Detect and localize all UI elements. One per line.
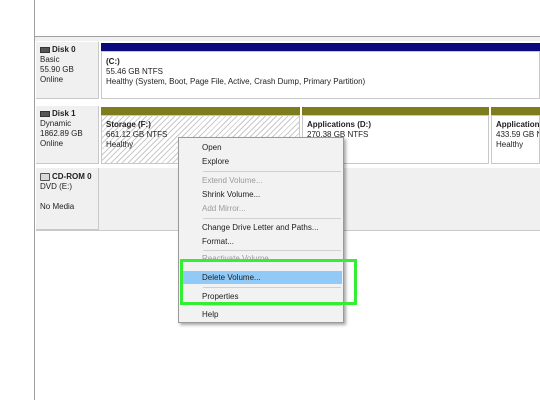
- dynamic-volume-bar: [491, 107, 540, 115]
- volume-title: Storage (F:): [106, 120, 151, 129]
- volume-title: Applications (D:): [307, 120, 371, 129]
- volume-list-pane[interactable]: [35, 0, 540, 37]
- primary-partition-bar: [101, 43, 540, 51]
- volume-size: 433.59 GB NT: [496, 130, 539, 139]
- disk-icon: [40, 111, 50, 117]
- disk-status: Online: [40, 75, 64, 84]
- menu-delete-volume[interactable]: Delete Volume...: [180, 271, 342, 284]
- menu-separator: [203, 218, 341, 219]
- cdrom-name: CD-ROM 0: [52, 172, 92, 181]
- cdrom-label[interactable]: CD-ROM 0 DVD (E:) No Media: [36, 168, 99, 230]
- cdrom-icon: [40, 173, 50, 181]
- menu-separator: [203, 250, 341, 251]
- volume-c[interactable]: (C:) 55.46 GB NTFS Healthy (System, Boot…: [101, 51, 540, 99]
- volume-status: Healthy: [496, 140, 524, 149]
- dynamic-volume-bar: [101, 107, 300, 115]
- menu-open[interactable]: Open: [180, 141, 342, 154]
- menu-add-mirror[interactable]: Add Mirror...: [180, 202, 342, 215]
- cdrom-status: No Media: [40, 202, 75, 211]
- disk-name: Disk 1: [52, 109, 76, 118]
- volume-size: 55.46 GB NTFS: [106, 67, 163, 76]
- menu-explore[interactable]: Explore: [180, 155, 342, 168]
- menu-change-drive-letter[interactable]: Change Drive Letter and Paths...: [180, 221, 342, 234]
- disk-name: Disk 0: [52, 45, 76, 54]
- context-menu: Open Explore Extend Volume... Shrink Vol…: [178, 137, 344, 323]
- dynamic-volume-bar: [302, 107, 489, 115]
- menu-properties[interactable]: Properties: [180, 290, 342, 303]
- left-frame: [0, 0, 35, 400]
- volume-title: Applications: [496, 120, 540, 129]
- disk-size: 1862.89 GB: [40, 129, 83, 138]
- menu-separator: [203, 305, 341, 306]
- menu-extend-volume[interactable]: Extend Volume...: [180, 174, 342, 187]
- disk-1-label[interactable]: Disk 1 Dynamic 1862.89 GB Online: [36, 106, 99, 164]
- menu-reactivate-volume[interactable]: Reactivate Volume: [180, 252, 342, 265]
- disk-type: Dynamic: [40, 119, 72, 128]
- disk-icon: [40, 47, 50, 53]
- menu-help[interactable]: Help: [180, 308, 342, 321]
- disk-0-label[interactable]: Disk 0 Basic 55.90 GB Online: [36, 42, 99, 99]
- cdrom-type: DVD (E:): [40, 182, 72, 191]
- menu-shrink-volume[interactable]: Shrink Volume...: [180, 188, 342, 201]
- volume-applications[interactable]: Applications 433.59 GB NT Healthy: [491, 115, 540, 164]
- volume-title: (C:): [106, 57, 120, 66]
- menu-separator: [203, 287, 341, 288]
- menu-separator: [203, 171, 341, 172]
- disk-status: Online: [40, 139, 64, 148]
- volume-status: Healthy (System, Boot, Page File, Active…: [106, 77, 366, 86]
- disk-size: 55.90 GB: [40, 65, 74, 74]
- disk-type: Basic: [40, 55, 60, 64]
- menu-format[interactable]: Format...: [180, 235, 342, 248]
